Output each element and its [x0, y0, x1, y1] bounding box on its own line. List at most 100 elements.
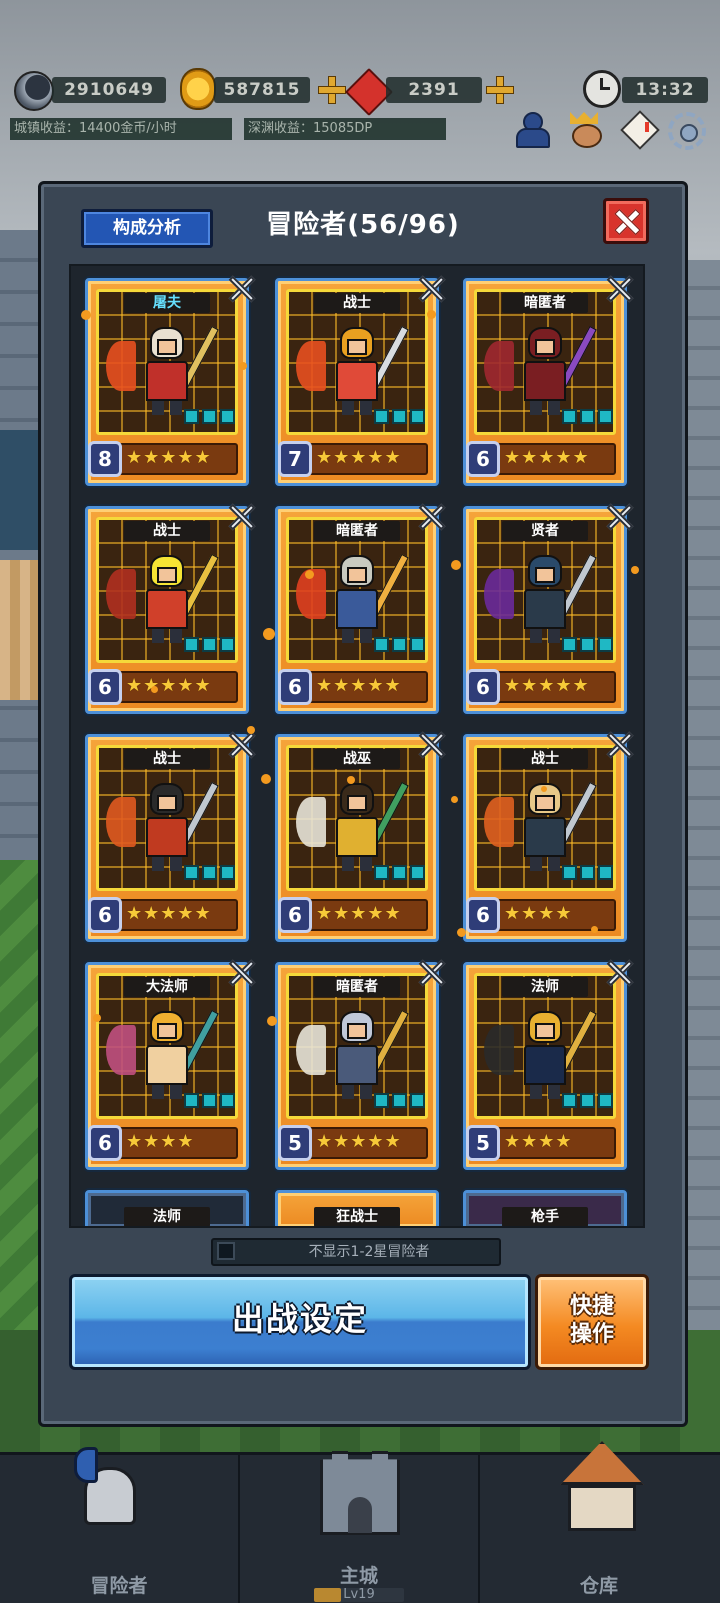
boots-equip-icon [598, 637, 613, 652]
weapon-equip-icon [374, 865, 389, 880]
class-label: 战士 [124, 521, 210, 541]
adventurer-card-partial[interactable]: 法师 [85, 1190, 249, 1226]
adventurer-card[interactable]: 暗匿者 5 ★★★★★ [275, 962, 439, 1170]
star-rating: ★★★★★ [316, 903, 402, 924]
deploy-settings-button[interactable]: 出战设定 [69, 1274, 531, 1370]
adventurer-card[interactable]: 贤者 6 ★★★★★ [463, 506, 627, 714]
weapon-equip-icon [562, 637, 577, 652]
adventurer-card-grid[interactable]: 屠夫 8 ★★★★★ 战士 7 ★★★★★ 暗匿者 6 ★★★★★ 战士 6 ★★★★★ 暗匿者 6 ★★★… [69, 264, 645, 1228]
abyss-income: 深渊收益：15085DP [244, 118, 446, 140]
adventurer-card-partial[interactable]: 狂战士 [275, 1190, 439, 1226]
star-rating: ★★★★ [126, 1131, 195, 1152]
crossed-swords-remove-icon[interactable] [604, 501, 636, 533]
crossed-swords-remove-icon[interactable] [226, 957, 258, 989]
crossed-swords-remove-icon[interactable] [604, 729, 636, 761]
crossed-swords-remove-icon[interactable] [416, 273, 448, 305]
hero-face [157, 567, 177, 583]
armor-equip-icon [392, 637, 407, 652]
class-label: 屠夫 [124, 293, 210, 313]
weapon-equip-icon [374, 409, 389, 424]
boots-equip-icon [410, 865, 425, 880]
crossed-swords-remove-icon[interactable] [416, 501, 448, 533]
hero-body [524, 1045, 566, 1085]
level-badge: 6 [278, 897, 312, 933]
sparkle-particle [347, 776, 355, 784]
close-button[interactable] [603, 198, 649, 244]
weapon-equip-icon [562, 409, 577, 424]
boots-equip-icon [220, 637, 235, 652]
crossed-swords-remove-icon[interactable] [416, 957, 448, 989]
hero-legs [152, 401, 182, 415]
weapon-equip-icon [184, 409, 199, 424]
adventurer-card[interactable]: 战士 6 ★★★★ [463, 734, 627, 942]
armor-equip-icon [202, 865, 217, 880]
class-label: 战士 [502, 749, 588, 769]
adventurer-card[interactable]: 暗匿者 6 ★★★★★ [275, 506, 439, 714]
hide-low-star-filter[interactable]: 不显示1-2星冒险者 [211, 1238, 501, 1266]
adventurer-card[interactable]: 战士 6 ★★★★★ [85, 734, 249, 942]
weapon-equip-icon [374, 637, 389, 652]
adventurer-card-partial[interactable]: 枪手 [463, 1190, 627, 1226]
adventurer-card[interactable]: 大法师 6 ★★★★ [85, 962, 249, 1170]
weapon-equip-icon [184, 637, 199, 652]
crossed-swords-remove-icon[interactable] [416, 729, 448, 761]
armor-equip-icon [392, 865, 407, 880]
hero-body [146, 361, 188, 401]
crossed-swords-remove-icon[interactable] [604, 957, 636, 989]
level-badge: 5 [466, 1125, 500, 1161]
hero-wing [106, 797, 136, 847]
armor-equip-icon [202, 409, 217, 424]
hero-icon[interactable] [512, 110, 550, 148]
hero-legs [152, 1085, 182, 1099]
adventurer-count: (56/96) [347, 210, 460, 240]
mail-icon[interactable] [620, 110, 658, 148]
hero-portrait [106, 1005, 219, 1101]
crossed-swords-remove-icon[interactable] [226, 273, 258, 305]
star-rating: ★★★★ [504, 903, 573, 924]
star-rating: ★★★★★ [126, 675, 212, 696]
adventurer-card[interactable]: 战士 7 ★★★★★ [275, 278, 439, 486]
crossed-swords-remove-icon[interactable] [226, 729, 258, 761]
adventurer-card[interactable]: 战士 6 ★★★★★ [85, 506, 249, 714]
settings-gear-icon[interactable] [668, 112, 706, 150]
sparkle-particle [631, 566, 639, 574]
hero-wing [296, 341, 326, 391]
hero-face [157, 795, 177, 811]
quick-action-button[interactable]: 快捷 操作 [535, 1274, 649, 1370]
knight-helmet-icon [74, 1447, 138, 1527]
hero-face [535, 1023, 555, 1039]
hero-legs [342, 401, 372, 415]
hero-body [336, 361, 378, 401]
adventurer-card[interactable]: 暗匿者 6 ★★★★★ [463, 278, 627, 486]
adventurer-card[interactable]: 法师 5 ★★★★ [463, 962, 627, 1170]
nav-main-city[interactable]: 主城 Lv19 [240, 1455, 480, 1603]
add-gold-plus-icon[interactable] [318, 76, 346, 104]
adventurer-card[interactable]: 屠夫 8 ★★★★★ [85, 278, 249, 486]
hero-legs [530, 1085, 560, 1099]
hero-face [157, 339, 177, 355]
king-icon[interactable] [566, 110, 604, 148]
sparkle-particle [457, 928, 466, 937]
boots-equip-icon [220, 1093, 235, 1108]
class-label: 战士 [124, 749, 210, 769]
level-badge: 6 [88, 1125, 122, 1161]
hero-wing [484, 569, 514, 619]
nav-warehouse[interactable]: 仓库 [480, 1455, 718, 1603]
armor-equip-icon [580, 865, 595, 880]
adventurer-card[interactable]: 战巫 6 ★★★★★ [275, 734, 439, 942]
hero-legs [342, 1085, 372, 1099]
gold-coin-icon [180, 68, 216, 110]
armor-equip-icon [202, 1093, 217, 1108]
nav-main-city-label: 主城 [339, 1565, 378, 1587]
sparkle-particle [451, 796, 458, 803]
sparkle-particle [267, 1016, 277, 1026]
nav-adventurers[interactable]: 冒险者 [0, 1447, 240, 1603]
boots-equip-icon [598, 409, 613, 424]
hero-legs [342, 857, 372, 871]
quick-action-label-line1: 快捷 [569, 1294, 614, 1319]
crossed-swords-remove-icon[interactable] [226, 501, 258, 533]
add-gem-plus-icon[interactable] [486, 76, 514, 104]
level-badge: 7 [278, 441, 312, 477]
crossed-swords-remove-icon[interactable] [604, 273, 636, 305]
filter-checkbox[interactable] [217, 1242, 235, 1260]
